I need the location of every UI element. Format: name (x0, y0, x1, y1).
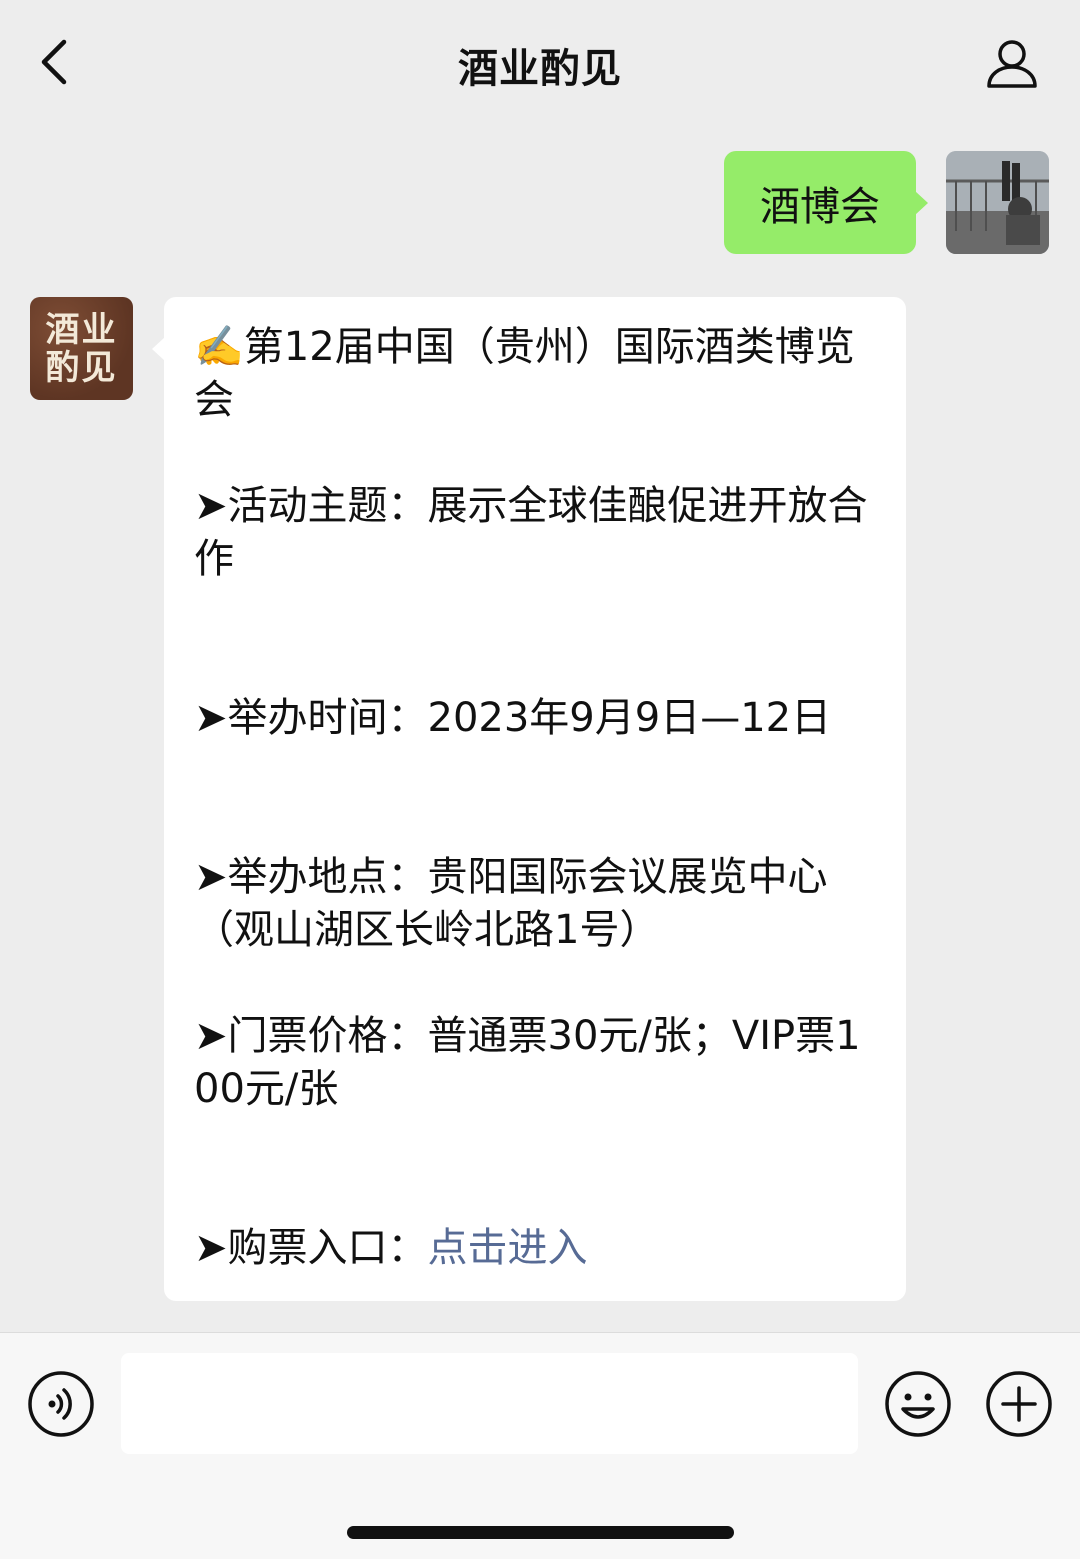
bot-avatar[interactable]: 酒业 酌见 (30, 297, 133, 400)
bot-message-bubble[interactable]: ✍️第12届中国（贵州）国际酒类博览会 ➤活动主题：展示全球佳酿促进开放合作 ➤… (152, 297, 906, 1301)
event-theme: ➤活动主题：展示全球佳酿促进开放合作 (194, 483, 868, 582)
bubble-tail (152, 337, 165, 361)
person-icon (987, 40, 1037, 88)
chat-screen: 酒业酌见 酒博会 酒业 酌见 ✍️第12届中国（贵州）国际酒类博览会 ➤活动主题… (0, 0, 1080, 1559)
ticket-entry-label: ➤购票入口： (194, 1225, 428, 1271)
emoji-button[interactable] (883, 1369, 953, 1439)
plus-icon (986, 1371, 1052, 1437)
user-avatar[interactable] (946, 151, 1049, 254)
event-title: ✍️第12届中国（贵州）国际酒类博览会 (194, 324, 855, 423)
emoji-icon (885, 1371, 951, 1437)
user-message-bubble[interactable]: 酒博会 (724, 151, 928, 254)
message-input[interactable] (121, 1353, 858, 1454)
event-time: ➤举办时间：2023年9月9日—12日 (194, 695, 832, 741)
ticket-entry: ➤购票入口：点击进入 (194, 1222, 876, 1275)
avatar-text-top: 酒业 (45, 309, 118, 350)
chat-area[interactable]: 酒博会 酒业 酌见 ✍️第12届中国（贵州）国际酒类博览会 ➤活动主题：展示全球… (0, 116, 1080, 1332)
event-price: ➤门票价格：普通票30元/张；VIP票100元/张 (194, 1013, 861, 1112)
ticket-link[interactable]: 点击进入 (428, 1225, 588, 1271)
bubble-tail (915, 191, 928, 215)
avatar-text-bottom: 酌见 (45, 347, 118, 388)
voice-button[interactable] (26, 1369, 96, 1439)
voice-icon (28, 1371, 94, 1437)
more-button[interactable] (984, 1369, 1054, 1439)
home-indicator[interactable] (347, 1526, 734, 1539)
event-location: ➤举办地点：贵阳国际会议展览中心（观山湖区长岭北路1号） (194, 854, 828, 953)
page-title: 酒业酌见 (458, 46, 622, 92)
user-avatar-image (946, 151, 1049, 254)
profile-button[interactable] (984, 36, 1040, 92)
input-bar (0, 1332, 1080, 1559)
user-message-text: 酒博会 (760, 183, 880, 230)
header-bar: 酒业酌见 (0, 0, 1080, 116)
